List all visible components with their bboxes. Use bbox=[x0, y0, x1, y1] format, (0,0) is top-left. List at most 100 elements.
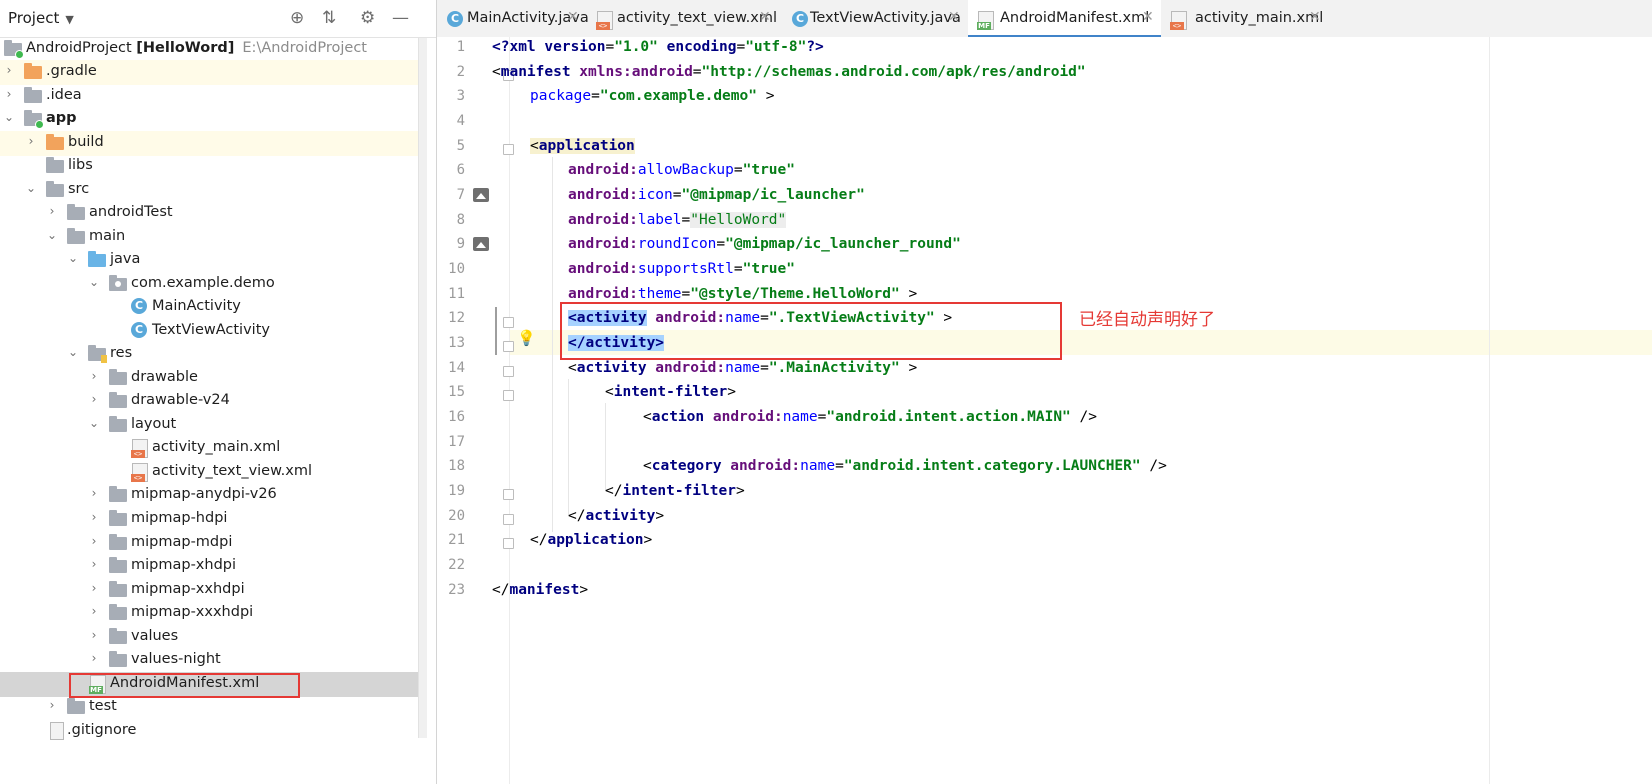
code-line-6[interactable]: android:allowBackup="true" bbox=[568, 162, 795, 178]
code-line-14[interactable]: <activity android:name=".MainActivity" > bbox=[568, 360, 917, 376]
chevron-down-icon[interactable]: ⌄ bbox=[87, 416, 101, 430]
chevron-right-icon[interactable]: › bbox=[87, 392, 101, 406]
tab-activity-main-xml[interactable]: activity_main.xml ✕ bbox=[1161, 0, 1323, 37]
code-line-5[interactable]: <application bbox=[530, 138, 635, 154]
code-line-8[interactable]: android:label="HelloWord" bbox=[568, 212, 787, 228]
code-line-7[interactable]: android:icon="@mipmap/ic_launcher" bbox=[568, 187, 865, 203]
chevron-down-icon[interactable]: ⌄ bbox=[66, 345, 80, 359]
fold-marker-icon[interactable] bbox=[503, 489, 514, 500]
chevron-right-icon[interactable]: › bbox=[2, 87, 16, 101]
tree-item-drawable-v24[interactable]: › drawable-v24 bbox=[0, 389, 426, 414]
chevron-down-icon[interactable]: ⌄ bbox=[66, 251, 80, 265]
tree-item-mipmap-xhdpi[interactable]: › mipmap-xhdpi bbox=[0, 554, 426, 579]
code-line-9[interactable]: android:roundIcon="@mipmap/ic_launcher_r… bbox=[568, 236, 961, 252]
chevron-right-icon[interactable]: › bbox=[87, 557, 101, 571]
close-icon[interactable]: ✕ bbox=[948, 9, 960, 25]
tree-item-libs[interactable]: libs bbox=[0, 154, 426, 179]
source-folder-icon bbox=[88, 251, 106, 269]
tree-item-layout[interactable]: ⌄ layout bbox=[0, 413, 426, 438]
close-icon[interactable]: ✕ bbox=[759, 9, 771, 25]
tree-item-java[interactable]: ⌄ java bbox=[0, 248, 426, 273]
chevron-down-icon[interactable]: ⌄ bbox=[87, 275, 101, 289]
tab-androidmanifest-xml[interactable]: AndroidManifest.xml ✕ bbox=[968, 0, 1161, 38]
fold-marker-icon[interactable] bbox=[503, 317, 514, 328]
chevron-right-icon[interactable]: › bbox=[87, 581, 101, 595]
fold-marker-icon[interactable] bbox=[503, 538, 514, 549]
tree-item-res[interactable]: ⌄ res bbox=[0, 342, 426, 367]
chevron-right-icon[interactable]: › bbox=[87, 486, 101, 500]
tree-item-activity-text-view-xml[interactable]: activity_text_view.xml bbox=[0, 460, 426, 485]
fold-marker-icon[interactable] bbox=[503, 144, 514, 155]
tree-item-values[interactable]: › values bbox=[0, 625, 426, 650]
chevron-down-icon[interactable]: ⌄ bbox=[45, 228, 59, 242]
tree-item-drawable[interactable]: › drawable bbox=[0, 366, 426, 391]
fold-marker-icon[interactable] bbox=[503, 341, 514, 352]
chevron-right-icon[interactable]: › bbox=[2, 63, 16, 77]
code-editor[interactable]: 1 2 3 4 5 6 7 8 9 10 11 12 13 14 15 16 1… bbox=[437, 37, 1652, 784]
chevron-right-icon[interactable]: › bbox=[87, 510, 101, 524]
tab-textviewactivity-java[interactable]: C TextViewActivity.java ✕ bbox=[782, 0, 967, 37]
lightbulb-icon[interactable]: 💡 bbox=[517, 329, 536, 347]
tree-item-app[interactable]: ⌄ app bbox=[0, 107, 426, 132]
code-line-2[interactable]: <manifest xmlns:android="http://schemas.… bbox=[492, 64, 1086, 80]
tree-item-mipmap-anydpi-v26[interactable]: › mipmap-anydpi-v26 bbox=[0, 483, 426, 508]
token: <? bbox=[492, 39, 510, 55]
tree-item-main[interactable]: ⌄ main bbox=[0, 225, 426, 250]
close-icon[interactable]: ✕ bbox=[567, 9, 579, 25]
fold-marker-icon[interactable] bbox=[503, 390, 514, 401]
tree-item-root[interactable]: AndroidProject [HelloWord] E:\AndroidProj… bbox=[0, 37, 426, 62]
code-line-15[interactable]: <intent-filter> bbox=[605, 384, 736, 400]
gear-icon[interactable]: ⚙ bbox=[360, 8, 375, 28]
chevron-right-icon[interactable]: › bbox=[24, 134, 38, 148]
code-line-19[interactable]: </intent-filter> bbox=[605, 483, 745, 499]
tree-item-test[interactable]: › test bbox=[0, 695, 426, 720]
tree-item-idea[interactable]: › .idea bbox=[0, 84, 426, 109]
project-view-selector[interactable]: Project ▼ bbox=[8, 9, 74, 27]
chevron-right-icon[interactable]: › bbox=[45, 698, 59, 712]
collapse-all-icon[interactable]: ⇅ bbox=[322, 8, 336, 28]
code-line-11[interactable]: android:theme="@style/Theme.HelloWord" > bbox=[568, 286, 917, 302]
tree-item-label: com.example.demo bbox=[131, 275, 275, 291]
tree-item-gradle[interactable]: › .gradle bbox=[0, 60, 426, 85]
code-line-3[interactable]: package="com.example.demo" > bbox=[530, 88, 774, 104]
tree-item-gitignore[interactable]: .gitignore bbox=[0, 719, 426, 744]
close-icon[interactable]: ✕ bbox=[1309, 9, 1321, 25]
code-line-20[interactable]: </activity> bbox=[568, 508, 664, 524]
chevron-right-icon[interactable]: › bbox=[87, 604, 101, 618]
fold-marker-icon[interactable] bbox=[503, 366, 514, 377]
chevron-right-icon[interactable]: › bbox=[45, 204, 59, 218]
code-line-1[interactable]: <?xml version="1.0" encoding="utf-8"?> bbox=[492, 39, 824, 55]
chevron-right-icon[interactable]: › bbox=[87, 628, 101, 642]
close-icon[interactable]: ✕ bbox=[1142, 9, 1154, 25]
tree-item-mipmap-xxxhdpi[interactable]: › mipmap-xxxhdpi bbox=[0, 601, 426, 626]
fold-marker-icon[interactable] bbox=[503, 514, 514, 525]
tree-item-build[interactable]: › build bbox=[0, 131, 426, 156]
hide-icon[interactable]: — bbox=[392, 8, 409, 28]
chevron-down-icon[interactable]: ⌄ bbox=[24, 181, 38, 195]
code-line-18[interactable]: <category android:name="android.intent.c… bbox=[643, 458, 1167, 474]
tree-item-values-night[interactable]: › values-night bbox=[0, 648, 426, 673]
tree-item-src[interactable]: ⌄ src bbox=[0, 178, 426, 203]
chevron-right-icon[interactable]: › bbox=[87, 534, 101, 548]
tab-activity-text-view-xml[interactable]: activity_text_view.xml ✕ bbox=[587, 0, 782, 37]
tree-item-textviewactivity[interactable]: C TextViewActivity bbox=[0, 319, 426, 344]
tree-item-androidtest[interactable]: › androidTest bbox=[0, 201, 426, 226]
image-preview-icon[interactable] bbox=[473, 188, 489, 202]
chevron-right-icon[interactable]: › bbox=[87, 651, 101, 665]
code-line-23[interactable]: </manifest> bbox=[492, 582, 588, 598]
tree-item-package[interactable]: ⌄ com.example.demo bbox=[0, 272, 426, 297]
locate-icon[interactable]: ⊕ bbox=[290, 8, 304, 28]
tree-item-activity-main-xml[interactable]: activity_main.xml bbox=[0, 436, 426, 461]
project-scrollbar[interactable] bbox=[418, 38, 427, 738]
code-line-16[interactable]: <action android:name="android.intent.act… bbox=[643, 409, 1097, 425]
image-preview-icon[interactable] bbox=[473, 237, 489, 251]
chevron-down-icon[interactable]: ⌄ bbox=[2, 110, 16, 124]
tree-item-mipmap-xxhdpi[interactable]: › mipmap-xxhdpi bbox=[0, 578, 426, 603]
tree-item-mainactivity[interactable]: C MainActivity bbox=[0, 295, 426, 320]
code-line-10[interactable]: android:supportsRtl="true" bbox=[568, 261, 795, 277]
tree-item-mipmap-mdpi[interactable]: › mipmap-mdpi bbox=[0, 531, 426, 556]
code-line-21[interactable]: </application> bbox=[530, 532, 652, 548]
tab-mainactivity-java[interactable]: C MainActivity.java ✕ bbox=[437, 0, 589, 37]
chevron-right-icon[interactable]: › bbox=[87, 369, 101, 383]
tree-item-mipmap-hdpi[interactable]: › mipmap-hdpi bbox=[0, 507, 426, 532]
